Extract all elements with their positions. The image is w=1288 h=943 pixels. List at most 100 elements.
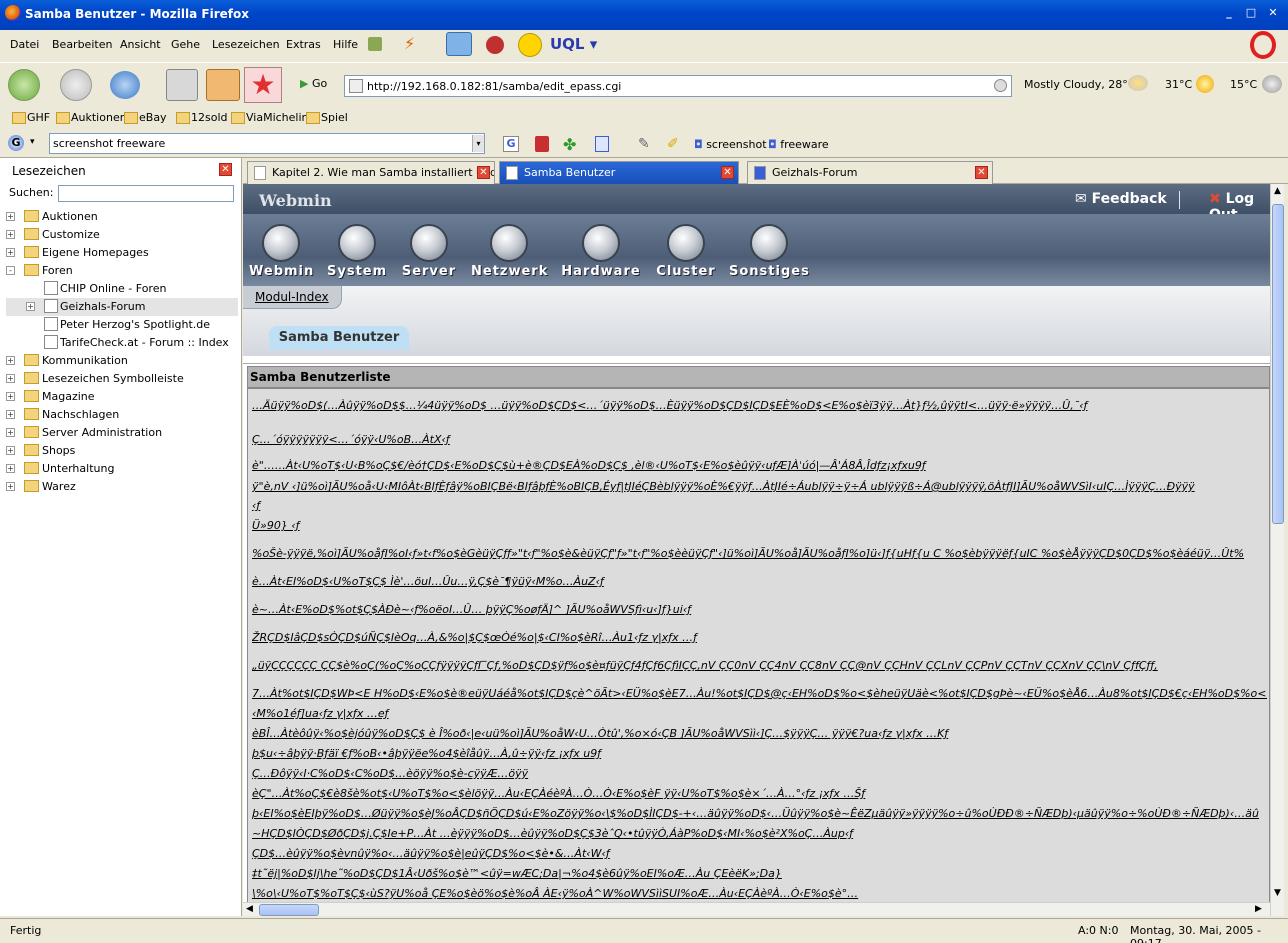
webmin-logo[interactable]: Webmin	[259, 191, 332, 210]
google-search-input[interactable]: screenshot freeware	[49, 133, 485, 154]
bug-icon[interactable]	[486, 36, 504, 54]
bookmark-star-button[interactable]: ★	[244, 67, 282, 103]
sidebar-item[interactable]: + Customize	[6, 226, 238, 244]
expand-icon[interactable]: +	[6, 482, 15, 491]
table-row[interactable]: ‹ƒ	[252, 499, 1267, 512]
table-row[interactable]: %oŠè-ÿÿÿë,%oì]ÃU%oåƒI%oI‹ƒ»t‹f%o$èGèüÿÇƒ…	[252, 547, 1267, 560]
table-row[interactable]: èÇ"…Àt%oÇ$€è8šè%ot$‹U%oT$%o<$èlöÿÿ…Àu‹EÇ…	[252, 787, 1267, 800]
bookmark-ebay[interactable]: eBay	[124, 111, 167, 124]
scroll-right-icon[interactable]: ▶	[1255, 904, 1262, 914]
tab-kapitel-2[interactable]: Kapitel 2. Wie man Samba installiert und…	[247, 161, 495, 184]
category-webmin[interactable]: Webmin	[249, 214, 313, 286]
tab-close-icon[interactable]: ✕	[477, 166, 490, 179]
table-row[interactable]: Ü»90} ‹ƒ	[252, 519, 1267, 532]
table-row[interactable]: Ç…Ðôÿÿ‹I·C%oD$‹C%oD$…èöÿÿ%o$è-cÿÿÆ…öÿÿ	[252, 767, 1267, 780]
horizontal-scrollbar[interactable]: ◀ ▶	[243, 902, 1270, 916]
go-button[interactable]: ▶ Go	[300, 77, 327, 90]
url-input[interactable]: http://192.168.0.182:81/samba/edit_epass…	[344, 75, 1012, 97]
expand-icon[interactable]: +	[6, 428, 15, 437]
expand-icon[interactable]: +	[26, 302, 35, 311]
menu-extras[interactable]: Extras	[286, 38, 321, 51]
folder-upload-icon[interactable]	[446, 32, 472, 56]
collapse-icon[interactable]: -	[6, 266, 15, 275]
category-server[interactable]: Server	[401, 214, 457, 286]
menu-lesezeichen[interactable]: Lesezeichen	[212, 38, 280, 51]
extension-icon[interactable]	[368, 37, 382, 51]
feedback-link[interactable]: ✉ Feedback	[1075, 191, 1167, 207]
sidebar-item[interactable]: TarifeCheck.at - Forum :: Index	[6, 334, 238, 352]
table-row[interactable]: \%o\‹U%oT$%oT$Ç$‹ùS?ÿU%oå ÇE%o$èö%o$è%oÂ…	[252, 887, 1267, 900]
sidebar-close-icon[interactable]: ✕	[219, 163, 232, 176]
scroll-down-icon[interactable]: ▼	[1274, 888, 1281, 898]
clover-icon[interactable]: ✤	[563, 135, 576, 154]
print-button[interactable]	[166, 69, 198, 101]
google-menu-icon[interactable]: ▾	[30, 137, 35, 147]
category-hardware[interactable]: Hardware	[561, 214, 641, 286]
sidebar-item[interactable]: + Magazine	[6, 388, 238, 406]
bookmark-viamichelin[interactable]: ViaMichelin	[231, 111, 309, 124]
maximize-icon[interactable]: □	[1242, 6, 1260, 20]
table-row[interactable]: þ‹EI%o$èEIþÿ%oD$…Øüÿÿ%o$èJ%oÂÇD$ñÖÇD$ú‹E…	[252, 807, 1267, 820]
table-row[interactable]: …Äüÿÿ%oD$(…Àûÿÿ%oD$$…¼4üÿÿ%oD$ …üÿÿ%oD$Ç…	[252, 399, 1267, 412]
bookmark-12sold[interactable]: 12sold	[176, 111, 228, 124]
google-search-button[interactable]: G	[503, 136, 519, 152]
sidebar-item[interactable]: + Lesezeichen Symbolleiste	[6, 370, 238, 388]
table-row[interactable]: ÇD$…èûÿÿ%o$èvnûÿ%o‹…äûÿÿ%o$è|eûÿÇD$%o<$è…	[252, 847, 1267, 860]
home-button[interactable]	[206, 69, 240, 101]
sidebar-item[interactable]: CHIP Online - Foren	[6, 280, 238, 298]
table-row[interactable]: þ$u‹÷âþÿÿ·Bƒäï €ƒ%oB‹•âþÿÿëe%o4$èîåûÿ…À,…	[252, 747, 1267, 760]
vertical-scrollbar[interactable]: ▲ ▼	[1270, 184, 1284, 916]
page-info-icon[interactable]	[595, 136, 609, 152]
sidebar-item[interactable]: + Nachschlagen	[6, 406, 238, 424]
scroll-thumb[interactable]	[259, 904, 319, 916]
close-icon[interactable]: ✕	[1264, 6, 1282, 20]
pagerank-icon[interactable]	[535, 136, 549, 152]
reload-button[interactable]	[110, 71, 140, 99]
table-row[interactable]: è~…Àt‹E%oD$%ot$Ç$ÀÐè~‹ƒ%oëoI…Û… þÿÿÇ%oøƒ…	[252, 603, 1267, 616]
sidebar-item[interactable]: Peter Herzog's Spotlight.de	[6, 316, 238, 334]
expand-icon[interactable]: +	[6, 374, 15, 383]
modul-index-link[interactable]: Modul-Index	[243, 286, 342, 309]
forward-button[interactable]	[60, 69, 92, 101]
back-button[interactable]	[8, 69, 40, 101]
tab-geizhals-forum[interactable]: Geizhals-Forum ✕	[747, 161, 993, 184]
bookmark-ghf[interactable]: GHF	[12, 111, 50, 124]
table-row[interactable]: ~HÇD$IÒÇD$ØðÇD$j.Ç$Ie+P…Àt …èÿÿÿ%oD$…èûÿ…	[252, 827, 1267, 840]
category-sonstiges[interactable]: Sonstiges	[729, 214, 809, 286]
smiley-icon[interactable]	[518, 33, 542, 57]
url-dropdown-icon[interactable]	[994, 79, 1007, 92]
sidebar-item[interactable]: - Foren	[6, 262, 238, 280]
pen-icon[interactable]: ✎	[638, 136, 654, 152]
sidebar-item[interactable]: + Shops	[6, 442, 238, 460]
sidebar-item[interactable]: + Eigene Homepages	[6, 244, 238, 262]
table-row[interactable]: „üÿÇÇÇÇÇÇ ÇÇ$è%oÇ(%oÇ%oÇÇƒÿÿÿÿÇƒI‾Çƒ,%oD…	[252, 659, 1267, 672]
expand-icon[interactable]: +	[6, 392, 15, 401]
uql-icon[interactable]: UQL ▾	[550, 35, 597, 53]
scroll-left-icon[interactable]: ◀	[246, 904, 253, 914]
expand-icon[interactable]: +	[6, 212, 15, 221]
table-row[interactable]: ÿ"è,nV ‹]ü%oì]ÃU%oå‹U‹MIôÀt‹BIƒÈƒâÿ%oBIÇ…	[252, 480, 1267, 493]
highlight-word-freeware[interactable]: ◘ freeware	[768, 138, 829, 151]
table-row[interactable]: Ç…´óÿÿÿÿÿÿÿ<…´óÿÿ‹U%oB…ÀtX‹ƒ	[252, 433, 1267, 446]
expand-icon[interactable]: +	[6, 464, 15, 473]
minimize-icon[interactable]: _	[1220, 6, 1238, 20]
category-system[interactable]: System	[327, 214, 387, 286]
table-row[interactable]: è…Àt‹EI%oD$‹U%oT$Ç$ Ìè'…öuI…Ûu…ÿ,Ç$è¯¶ÿü…	[252, 575, 1267, 588]
sidebar-item[interactable]: + Server Administration	[6, 424, 238, 442]
bookmark-auktionen[interactable]: Auktionen	[56, 111, 127, 124]
menu-ansicht[interactable]: Ansicht	[120, 38, 161, 51]
bookmark-spiel[interactable]: Spiel	[306, 111, 348, 124]
sidebar-search-input[interactable]	[58, 185, 234, 202]
category-cluster[interactable]: Cluster	[655, 214, 717, 286]
highlighter-icon[interactable]: ✐	[667, 136, 683, 152]
expand-icon[interactable]: +	[6, 410, 15, 419]
tab-samba-benutzer[interactable]: Samba Benutzer ✕	[499, 161, 739, 184]
category-netzwerk[interactable]: Netzwerk	[471, 214, 547, 286]
tab-close-icon[interactable]: ✕	[721, 166, 734, 179]
sidebar-item[interactable]: + Unterhaltung	[6, 460, 238, 478]
menu-bearbeiten[interactable]: Bearbeiten	[52, 38, 112, 51]
menu-hilfe[interactable]: Hilfe	[333, 38, 358, 51]
tab-close-icon[interactable]: ✕	[975, 166, 988, 179]
expand-icon[interactable]: +	[6, 230, 15, 239]
google-icon[interactable]: G	[8, 135, 24, 151]
